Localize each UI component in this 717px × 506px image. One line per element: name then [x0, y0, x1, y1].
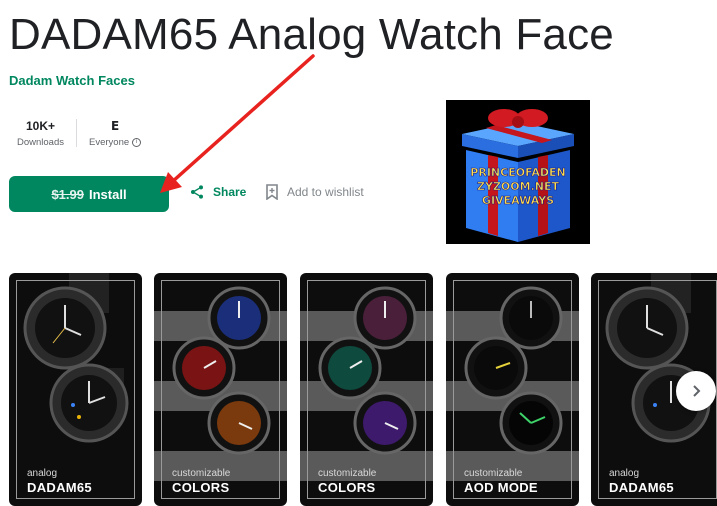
- caption-small: customizable: [464, 468, 523, 479]
- caption-small: analog: [609, 468, 640, 479]
- add-to-wishlist-button[interactable]: Add to wishlist: [265, 184, 364, 200]
- screenshot-carousel[interactable]: analog DADAM65 customizable COLORS custo…: [9, 273, 717, 506]
- chevron-right-icon: [693, 385, 701, 397]
- screenshot-frame: [307, 280, 426, 499]
- caption-big: AOD MODE: [464, 480, 538, 495]
- giveaway-promo-image: PRINCEOFADEN ZYZOOM.NET GIVEAWAYS: [446, 100, 590, 244]
- wishlist-label: Add to wishlist: [287, 185, 364, 199]
- downloads-value: 10K+: [25, 119, 56, 133]
- price-strikethrough: $1.99: [51, 186, 84, 202]
- downloads-label: Downloads: [17, 137, 64, 148]
- install-label: Install: [88, 186, 127, 202]
- downloads-stat: 10K+ Downloads: [9, 113, 72, 153]
- install-button[interactable]: $1.99 Install: [9, 176, 169, 212]
- content-rating-stat[interactable]: E Everyone i: [81, 113, 149, 153]
- caption-small: customizable: [318, 468, 377, 479]
- share-button[interactable]: Share: [189, 184, 246, 200]
- promo-line: ZYZOOM.NET: [477, 180, 559, 193]
- info-icon[interactable]: i: [132, 138, 142, 147]
- screenshot-4[interactable]: customizable AOD MODE: [446, 273, 579, 506]
- screenshot-frame: [161, 280, 280, 499]
- bookmark-add-icon: [266, 184, 278, 200]
- share-icon: [191, 185, 203, 199]
- screenshot-3[interactable]: customizable COLORS: [300, 273, 433, 506]
- content-rating-label: Everyone: [89, 137, 130, 148]
- caption-big: COLORS: [172, 480, 230, 495]
- screenshot-frame: [16, 280, 135, 499]
- caption-big: DADAM65: [27, 480, 92, 495]
- screenshot-2[interactable]: customizable COLORS: [154, 273, 287, 506]
- caption-big: DADAM65: [609, 480, 674, 495]
- stats-row: 10K+ Downloads E Everyone i: [9, 113, 149, 153]
- gift-box-icon: PRINCEOFADEN ZYZOOM.NET GIVEAWAYS: [446, 100, 590, 244]
- promo-line: PRINCEOFADEN: [470, 166, 565, 179]
- developer-link[interactable]: Dadam Watch Faces: [9, 73, 135, 88]
- stat-divider: [76, 119, 77, 147]
- caption-small: analog: [27, 468, 58, 479]
- app-title: DADAM65 Analog Watch Face: [9, 10, 614, 59]
- carousel-next-button[interactable]: [676, 371, 716, 411]
- share-label: Share: [213, 185, 247, 199]
- caption-big: COLORS: [318, 480, 376, 495]
- screenshot-frame: [453, 280, 572, 499]
- caption-small: customizable: [172, 468, 231, 479]
- esrb-everyone-icon: E: [110, 119, 120, 133]
- screenshot-1[interactable]: analog DADAM65: [9, 273, 142, 506]
- promo-line: GIVEAWAYS: [482, 194, 554, 207]
